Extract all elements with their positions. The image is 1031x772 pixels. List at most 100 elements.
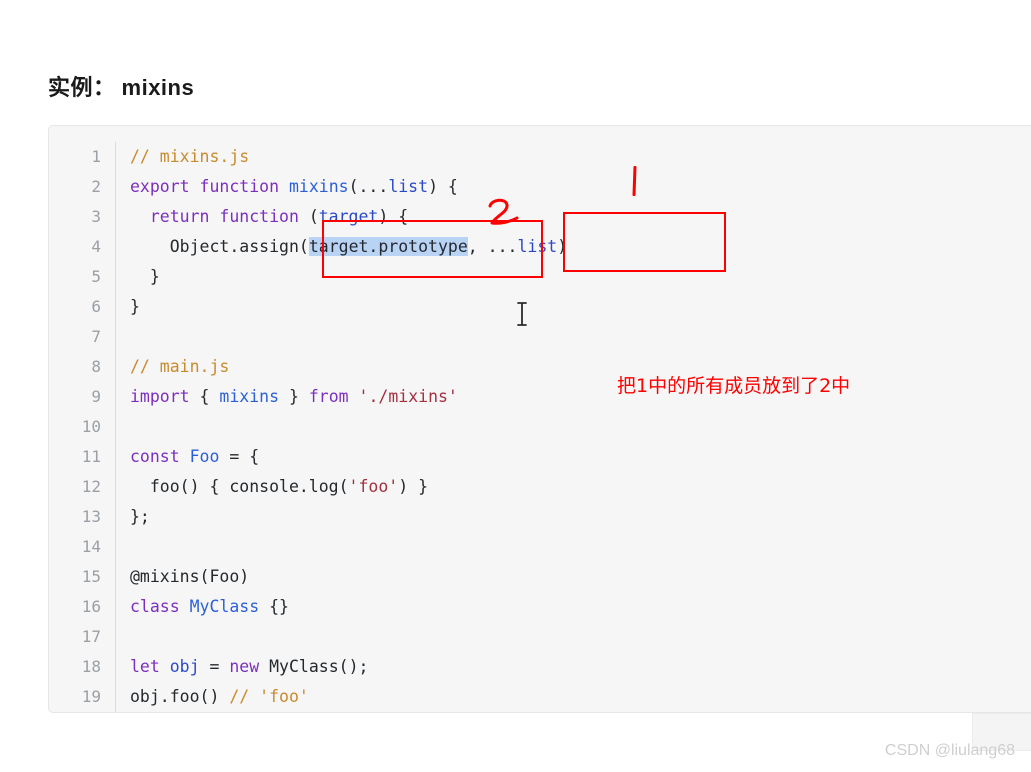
gutter-divider (101, 322, 116, 352)
code-token: // main.js (130, 357, 230, 376)
gutter-divider (101, 622, 116, 652)
code-line-text[interactable]: }; (116, 502, 150, 532)
gutter-divider (101, 262, 116, 292)
code-line[interactable]: 18 let obj = new MyClass(); (49, 652, 1031, 682)
code-line[interactable]: 19 obj.foo() // 'foo' (49, 682, 1031, 712)
code-token: ( (308, 207, 319, 226)
code-line[interactable]: 15 @mixins(Foo) (49, 562, 1031, 592)
code-line-text[interactable]: foo() { console.log('foo') } (116, 472, 428, 502)
gutter-divider (101, 682, 116, 712)
code-token: // mixins.js (130, 147, 250, 166)
code-token: mixins (288, 177, 349, 196)
code-line-text[interactable]: obj.foo() // 'foo' (116, 682, 309, 712)
gutter-divider (101, 472, 116, 502)
code-token: }; (130, 507, 150, 526)
code-token: } (279, 387, 309, 406)
gutter-divider (101, 232, 116, 262)
code-line[interactable]: 14 (49, 532, 1031, 562)
code-token: { (189, 387, 220, 406)
line-number: 16 (81, 597, 101, 616)
code-token: list (388, 177, 429, 196)
page-title-en: mixins (121, 75, 195, 100)
line-number: 12 (81, 477, 101, 496)
page-root: 实例： mixins 1 // mixins.js 2 export function … (0, 0, 1031, 772)
line-number: 14 (81, 537, 101, 556)
code-token: MyClass(); (259, 657, 369, 676)
code-token: } (130, 267, 160, 286)
code-token: target.prototype (308, 237, 468, 256)
code-line[interactable]: 6} (49, 292, 1031, 322)
code-token: export function (130, 177, 289, 196)
code-line-text[interactable]: } (116, 292, 140, 322)
code-token: mixins (219, 387, 280, 406)
line-number: 3 (91, 207, 101, 226)
code-token: MyClass (189, 597, 260, 616)
gutter-divider (101, 532, 116, 562)
code-line[interactable]: 9 import { mixins } from './mixins' (49, 382, 1031, 412)
code-token: = { (219, 447, 260, 466)
code-line-text[interactable]: let obj = new MyClass(); (116, 652, 368, 682)
code-line[interactable]: 5 } (49, 262, 1031, 292)
line-number: 1 (91, 147, 101, 166)
code-token: ( (298, 237, 309, 256)
code-line-text[interactable]: // mixins.js (116, 142, 249, 172)
code-line[interactable]: 10 (49, 412, 1031, 442)
gutter-divider (101, 382, 116, 412)
code-token: './mixins' (358, 387, 458, 406)
code-line[interactable]: 3 return function (target) { (49, 202, 1031, 232)
code-line-text[interactable]: } (116, 262, 160, 292)
code-token: ) { (428, 177, 458, 196)
gutter-divider (101, 172, 116, 202)
gutter-divider (101, 652, 116, 682)
code-line-text[interactable]: // main.js (116, 352, 229, 382)
line-number: 2 (91, 177, 101, 196)
code-line[interactable]: 4 Object.assign(target.prototype, ...lis… (49, 232, 1031, 262)
line-number: 18 (81, 657, 101, 676)
code-scroll-area[interactable]: 1 // mixins.js 2 export function mixins(...… (49, 126, 1031, 712)
code-line[interactable]: 11 const Foo = { (49, 442, 1031, 472)
line-number: 9 (91, 387, 101, 406)
code-line-text[interactable]: return function (target) { (116, 202, 408, 232)
code-token: list (517, 237, 558, 256)
code-line[interactable]: 1 // mixins.js (49, 142, 1031, 172)
code-token: Object.assign (130, 237, 299, 256)
watermark: CSDN @liulang68 (884, 742, 1015, 759)
code-line[interactable]: 8 // main.js (49, 352, 1031, 382)
gutter-divider (101, 202, 116, 232)
line-number: 19 (81, 687, 101, 706)
code-token: from (308, 387, 349, 406)
code-line[interactable]: 17 (49, 622, 1031, 652)
line-number: 10 (81, 417, 101, 436)
gutter-divider (101, 592, 116, 622)
code-line-text[interactable]: const Foo = { (116, 442, 259, 472)
code-token: , ... (467, 237, 518, 256)
code-token: obj.foo() (130, 687, 230, 706)
code-line-text[interactable]: Object.assign(target.prototype, ...list) (116, 232, 567, 262)
gutter-divider (101, 502, 116, 532)
gutter-divider (101, 442, 116, 472)
code-line-text[interactable]: export function mixins(...list) { (116, 172, 458, 202)
code-line[interactable]: 2 export function mixins(...list) { (49, 172, 1031, 202)
code-token: import (130, 387, 190, 406)
code-token: foo() { console.log( (130, 477, 349, 496)
code-line[interactable]: 16 class MyClass {} (49, 592, 1031, 622)
code-token: Foo (189, 447, 220, 466)
code-line[interactable]: 7 (49, 322, 1031, 352)
code-line-text[interactable]: class MyClass {} (116, 592, 289, 622)
code-block[interactable]: 1 // mixins.js 2 export function mixins(...… (48, 125, 1031, 713)
code-token: const (130, 447, 180, 466)
code-line-text[interactable]: import { mixins } from './mixins' (116, 382, 458, 412)
code-token: ) (557, 237, 568, 256)
code-token: // 'foo' (229, 687, 309, 706)
code-token: obj (169, 657, 200, 676)
line-number: 6 (91, 297, 101, 316)
page-title: 实例： mixins (48, 70, 194, 102)
code-line[interactable]: 13}; (49, 502, 1031, 532)
line-number: 13 (81, 507, 101, 526)
code-line[interactable]: 12 foo() { console.log('foo') } (49, 472, 1031, 502)
code-line-text[interactable]: @mixins(Foo) (116, 562, 249, 592)
